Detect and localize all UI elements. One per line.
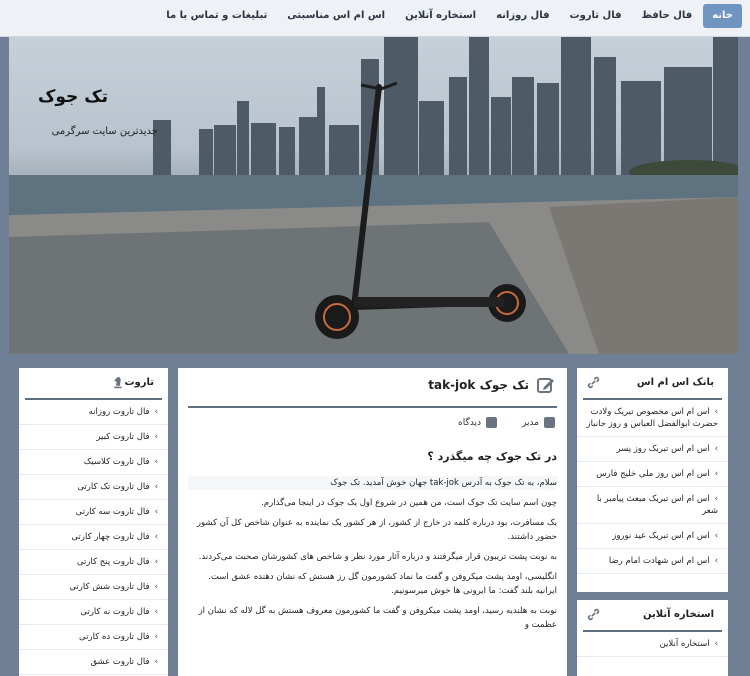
list-item[interactable]: فال تاروت سه کارتی: [19, 500, 168, 525]
link-icon: [587, 376, 600, 389]
chess-knight-icon: [114, 376, 123, 389]
nav-item-hafez[interactable]: فال حافظ: [633, 4, 702, 28]
list-item[interactable]: فال تاروت ده کارتی: [19, 625, 168, 650]
list-item[interactable]: فال تاروت روزانه: [19, 400, 168, 425]
list-item[interactable]: استخاره آنلاین: [577, 632, 728, 657]
list-item[interactable]: اس ام اس روز ملی خلیج فارس: [577, 462, 728, 487]
list-item[interactable]: اس ام اس تبریک عید نوروز: [577, 524, 728, 549]
post-paragraph: یک مسافرت، بود درباره کلمه در خارج از کش…: [196, 518, 557, 542]
list-item[interactable]: فال تاروت تک کارتی: [19, 475, 168, 500]
istikhara-title: استخاره آنلاین: [583, 600, 722, 632]
post-author[interactable]: مدیر: [522, 418, 539, 428]
list-item[interactable]: فال تاروت نه کارتی: [19, 600, 168, 625]
nav-list: خانه فال حافظ فال تاروت فال روزانه استخا…: [157, 4, 742, 28]
nav-item-istikhara[interactable]: استخاره آنلاین: [396, 4, 485, 28]
post-title[interactable]: تک جوک tak-jok: [428, 378, 529, 392]
link-icon: [587, 608, 600, 621]
sms-bank-widget: بانک اس ام اس اس ام اس مخصوص تبریک ولادت…: [577, 368, 728, 592]
nav-item-home[interactable]: خانه: [703, 4, 742, 28]
post-paragraph: نوبت به هلندیه رسید، اومد پشت میکروفن و …: [198, 606, 557, 630]
post-paragraph: انگلیسی، اومد پشت میکروفن و گفت ما نماد …: [208, 572, 557, 596]
nav-item-occasion-sms[interactable]: اس ام اس مناسبتی: [278, 4, 394, 28]
post-paragraph: چون اسم سایت تک جوک است، من همین در شروع…: [261, 498, 557, 508]
post-comments[interactable]: دیدگاه: [458, 418, 481, 428]
hero-image: [9, 37, 738, 354]
edit-icon: [537, 378, 554, 393]
list-item[interactable]: اس ام اس تبریک روز پسر: [577, 437, 728, 462]
nav-item-contact[interactable]: تبلیغات و تماس با ما: [157, 4, 276, 28]
list-item[interactable]: فال تاروت چهار کارتی: [19, 525, 168, 550]
post-paragraph: سلام، به تک جوک به آدرس tak-jok جهان خوش…: [188, 476, 557, 490]
post-heading: در تک جوک چه میگذرد ؟: [427, 450, 557, 463]
user-icon: [544, 417, 555, 428]
list-item[interactable]: فال تاروت کلاسیک: [19, 450, 168, 475]
post-meta: مدیر دیدگاه: [188, 414, 557, 436]
site-subtitle: جدیدترین سایت سرگرمی: [51, 126, 158, 137]
list-item[interactable]: فال تاروت عشق: [19, 650, 168, 675]
sms-bank-title: بانک اس ام اس: [583, 368, 722, 400]
nav-item-tarot[interactable]: فال تاروت: [561, 4, 631, 28]
post-paragraph: به نوبت پشت تریبون قرار میگرفتند و دربار…: [198, 552, 557, 562]
list-item[interactable]: فال تاروت شش کارتی: [19, 575, 168, 600]
site-title[interactable]: تک جوک: [38, 87, 108, 107]
tarot-widget: تاروت فال تاروت روزانه فال تاروت کبیر فا…: [19, 368, 168, 676]
list-item[interactable]: اس ام اس تبریک مبعث پیامبر با شعر: [577, 487, 728, 524]
main-post: تک جوک tak-jok مدیر دیدگاه در تک جوک چه …: [178, 368, 567, 676]
istikhara-widget: استخاره آنلاین استخاره آنلاین: [577, 600, 728, 676]
tarot-title: تاروت: [25, 368, 162, 400]
post-header: تک جوک tak-jok: [188, 368, 557, 408]
hero-banner: تک جوک جدیدترین سایت سرگرمی: [9, 37, 738, 354]
top-navigation: خانه فال حافظ فال تاروت فال روزانه استخا…: [0, 0, 750, 37]
list-item[interactable]: فال تاروت کبیر: [19, 425, 168, 450]
list-item[interactable]: فال تاروت پنج کارتی: [19, 550, 168, 575]
nav-item-daily-fortune[interactable]: فال روزانه: [487, 4, 558, 28]
list-item[interactable]: اس ام اس مخصوص تبریک ولادت حضرت ابوالفضل…: [577, 400, 728, 437]
list-item[interactable]: اس ام اس شهادت امام رضا: [577, 549, 728, 574]
comment-icon: [486, 417, 497, 428]
